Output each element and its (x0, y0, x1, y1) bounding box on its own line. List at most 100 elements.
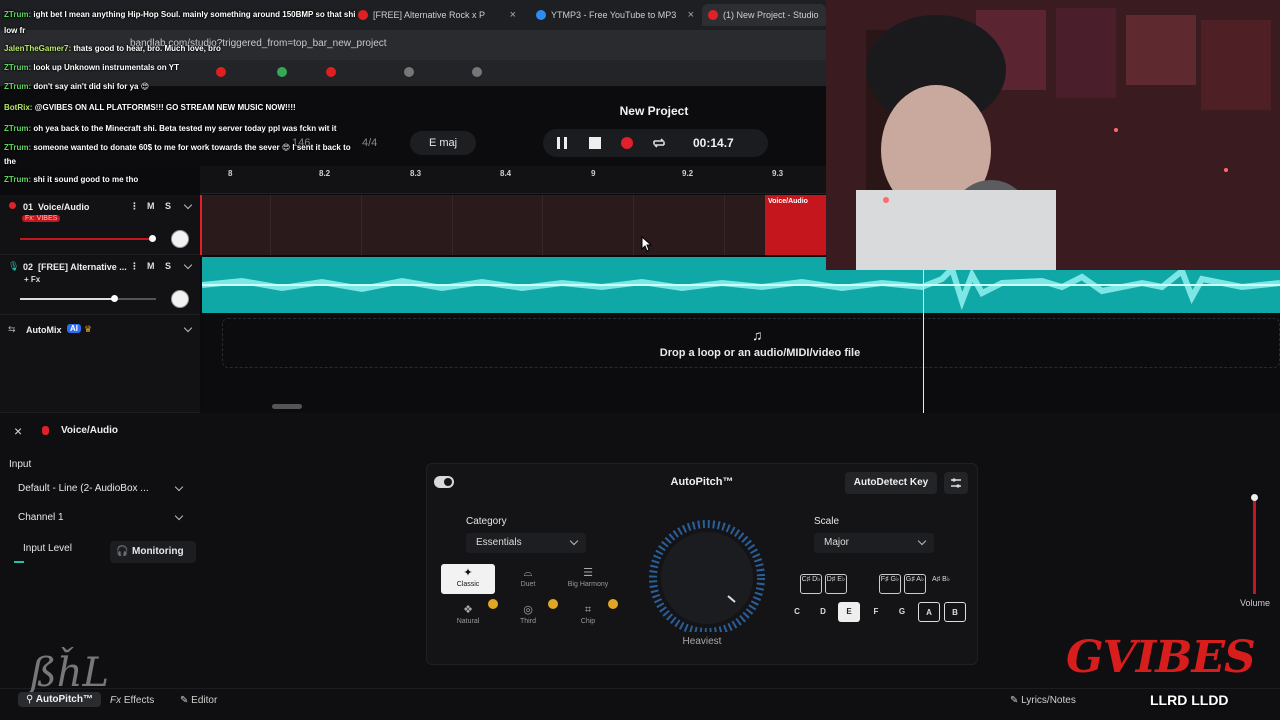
monitoring-button[interactable]: 🎧 Monitoring (110, 541, 196, 563)
chevron-down-icon[interactable] (183, 200, 193, 210)
chat-line: JalenTheGamer7: thats good to hear, bro.… (4, 44, 221, 54)
strength-knob[interactable] (640, 516, 774, 632)
chevron-down-icon[interactable] (183, 323, 193, 333)
youtube-icon (358, 10, 368, 20)
pause-icon[interactable] (554, 135, 570, 151)
tab-bandlab[interactable]: (1) New Project - Studio (702, 4, 826, 26)
globe-icon (472, 67, 482, 77)
automix-label[interactable]: AutoMix (26, 325, 62, 335)
chat-text: the (4, 157, 16, 166)
key-a[interactable]: A (918, 602, 940, 622)
drop-zone[interactable] (222, 318, 1280, 368)
tab-editor[interactable]: ✎ Editor (180, 695, 217, 706)
autopitch-toggle[interactable] (434, 476, 454, 488)
preset-natural[interactable]: ❖ Natural (441, 601, 495, 631)
key-e[interactable]: E (838, 602, 860, 622)
timeline-ruler[interactable]: 8 8.2 8.3 8.4 9 9.2 9.3 (200, 166, 826, 194)
bookmark-maps[interactable] (277, 67, 291, 77)
more-icon[interactable]: ⋮ (130, 201, 139, 212)
tab-autopitch[interactable]: ⚲ AutoPitch™ (18, 692, 101, 707)
key-c[interactable]: C (786, 602, 808, 622)
pan-knob[interactable] (171, 230, 189, 248)
key-f-sharp[interactable]: F♯ G♭ (879, 574, 901, 594)
bookmark-youtube[interactable] (216, 67, 230, 77)
track-header-1[interactable]: 01 Voice/Audio Fx: VIBES ⋮ M S (0, 195, 200, 255)
grid-line (633, 195, 634, 255)
youtube-icon (216, 67, 226, 77)
bookmark-download[interactable] (404, 67, 418, 77)
key-d[interactable]: D (812, 602, 834, 622)
key-selector[interactable]: E maj (410, 131, 476, 155)
time-signature[interactable]: 4/4 (362, 137, 377, 149)
chat-user: ZTrum: (4, 124, 32, 133)
key-d-sharp[interactable]: D♯ E♭ (825, 574, 847, 594)
preset-label: Chip (580, 618, 596, 625)
pen-icon: ✎ (1010, 695, 1022, 706)
solo-button[interactable]: S (165, 261, 171, 271)
chat-text: oh yea back to the Minecraft shi. Beta t… (33, 124, 337, 133)
close-icon[interactable]: × (14, 423, 22, 439)
ruler-tick: 9.2 (682, 169, 694, 178)
key-c-sharp[interactable]: C♯ D♭ (800, 574, 822, 594)
close-icon[interactable]: × (510, 9, 516, 21)
volume-handle[interactable] (1251, 494, 1258, 501)
third-icon: ◎ (523, 604, 533, 616)
horizontal-scrollbar[interactable] (272, 404, 302, 409)
mute-button[interactable]: M (147, 201, 155, 211)
bookmark-new-tab[interactable] (472, 67, 486, 77)
preset-duet[interactable]: ⌓ Duet (501, 564, 555, 594)
loop-icon[interactable] (651, 135, 667, 151)
project-title[interactable]: New Project (560, 104, 748, 118)
tab-effects[interactable]: Fx Effects (110, 695, 154, 706)
settings-button[interactable] (944, 472, 968, 494)
tab-lyrics-notes[interactable]: ✎ Lyrics/Notes (1010, 695, 1076, 706)
fx-badge[interactable]: Fx: VIBES (22, 215, 61, 222)
preset-classic[interactable]: ✦ Classic (441, 564, 495, 594)
track-header-2[interactable]: 🎙 02 [FREE] Alternative ... + Fx ⋮ M S (0, 255, 200, 315)
track-volume-slider[interactable] (20, 238, 152, 240)
chat-line: ZTrum: don't say ain't did shi for ya 😍 (4, 82, 149, 92)
autodetect-key-button[interactable]: AutoDetect Key (845, 472, 937, 494)
track-volume-slider[interactable] (20, 298, 116, 300)
volume-handle[interactable] (111, 295, 118, 302)
autopitch-title: AutoPitch™ (670, 476, 734, 488)
ruler-tick: 8.4 (500, 169, 512, 178)
volume-handle[interactable] (149, 235, 156, 242)
category-select[interactable]: Essentials (466, 533, 586, 553)
signature-watermark: ßȟL (30, 650, 110, 696)
tab-alt-rock[interactable]: [FREE] Alternative Rock x P × (352, 4, 522, 26)
pencil-icon: ✎ (180, 695, 192, 706)
chevron-down-icon[interactable] (183, 260, 193, 270)
record-icon[interactable] (619, 135, 635, 151)
time-display: 00:14.7 (693, 136, 734, 150)
key-g-sharp[interactable]: G♯ A♭ (904, 574, 926, 594)
preset-third[interactable]: ◎ Third (501, 601, 555, 631)
channel-select[interactable]: Channel 1 (18, 512, 64, 523)
tab-ytmp3[interactable]: YTMP3 - Free YouTube to MP3 × (530, 4, 700, 26)
key-a-sharp[interactable]: A♯ B♭ (930, 574, 952, 594)
chat-text: shi it sound good to me tho (33, 175, 139, 184)
chat-user: ZTrum: (4, 143, 32, 152)
stop-icon[interactable] (587, 135, 603, 151)
pan-knob[interactable] (171, 290, 189, 308)
bookmark-youtube-20[interactable] (326, 67, 340, 77)
preset-big-harmony[interactable]: ☰ Big Harmony (561, 564, 615, 594)
add-fx-button[interactable]: + Fx (24, 275, 40, 284)
key-b[interactable]: B (944, 602, 966, 622)
mute-button[interactable]: M (147, 261, 155, 271)
record-arm-icon[interactable] (9, 202, 16, 209)
track-lane-1[interactable] (202, 195, 826, 255)
autopitch-icon: ⚲ (26, 694, 36, 705)
master-volume-slider[interactable] (1253, 498, 1256, 594)
solo-button[interactable]: S (165, 201, 171, 211)
fx-icon: Fx (110, 695, 124, 706)
playhead[interactable] (923, 270, 924, 413)
input-device-select[interactable]: Default - Line (2- AudioBox ... (18, 483, 149, 494)
chat-line: ZTrum: shi it sound good to me tho (4, 175, 138, 185)
more-icon[interactable]: ⋮ (130, 261, 139, 272)
scale-select[interactable]: Major (814, 533, 934, 553)
preset-chip[interactable]: ⌗ Chip (561, 601, 615, 631)
key-f[interactable]: F (865, 602, 887, 622)
key-g[interactable]: G (891, 602, 913, 622)
close-icon[interactable]: × (688, 9, 694, 21)
